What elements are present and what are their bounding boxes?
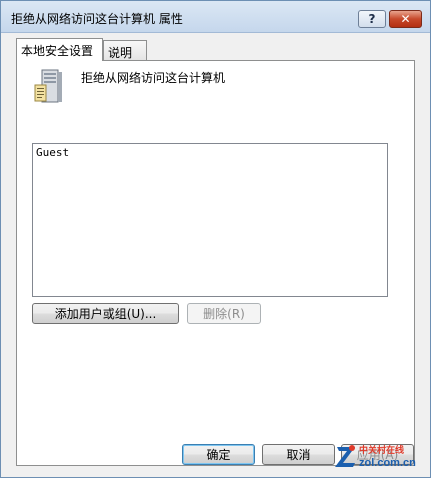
server-icon [34,69,62,103]
watermark-brand: 中关村在线 [359,446,405,456]
tab-explain[interactable]: 说明 [103,40,147,60]
watermark-url: zol.com.cn [359,457,416,469]
add-user-or-group-button[interactable]: 添加用户或组(U)... [32,303,179,324]
remove-button[interactable]: 删除(R) [187,303,261,324]
properties-window: 拒绝从网络访问这台计算机 属性 ? ✕ 本地安全设置 说明 拒绝从网络访问这台计… [0,0,431,478]
tab-panel: 拒绝从网络访问这台计算机 Guest 添加用户或组(U)... 删除(R) [16,60,415,466]
zol-watermark: 中关村在线 zol.com.cn [335,441,425,473]
dialog-client-area: 本地安全设置 说明 拒绝从网络访问这台计算机 Guest 添加用户或组(U)..… [4,34,427,476]
cancel-button[interactable]: 取消 [262,444,335,465]
close-button[interactable]: ✕ [389,10,422,28]
zol-logo-icon [335,445,355,467]
policy-title: 拒绝从网络访问这台计算机 [81,71,226,85]
ok-button[interactable]: 确定 [182,444,255,465]
tab-local-security-setting[interactable]: 本地安全设置 [16,38,103,61]
title-bar[interactable]: 拒绝从网络访问这台计算机 属性 ? ✕ [1,1,430,33]
accounts-listbox[interactable]: Guest [32,143,388,297]
help-button[interactable]: ? [358,10,386,28]
window-title: 拒绝从网络访问这台计算机 属性 [11,12,183,26]
list-item[interactable]: Guest [36,146,69,159]
